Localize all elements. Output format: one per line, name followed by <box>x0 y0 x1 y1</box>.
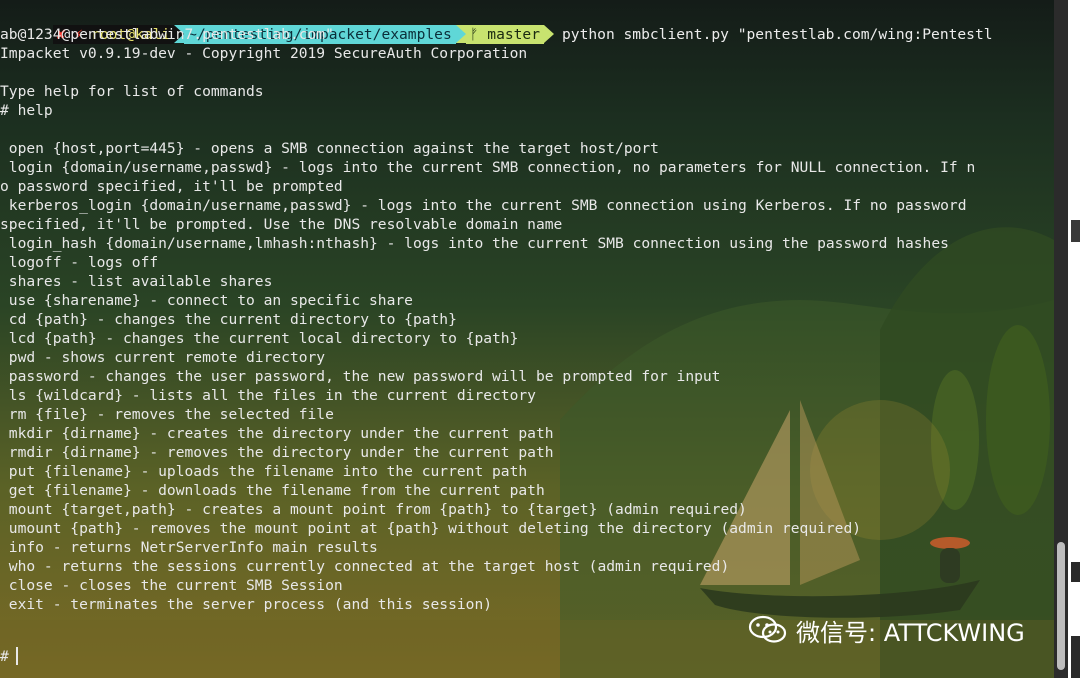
output-line: login_hash {domain/username,lmhash:nthas… <box>0 235 949 252</box>
output-line: lcd {path} - changes the current local d… <box>0 330 519 347</box>
output-line: specified, it'll be prompted. Use the DN… <box>0 216 563 233</box>
output-line: who - returns the sessions currently con… <box>0 558 730 575</box>
output-line: get {filename} - downloads the filename … <box>0 482 545 499</box>
output-line: password - changes the user password, th… <box>0 368 721 385</box>
scrollbar-thumb[interactable] <box>1057 542 1065 670</box>
output-line: Type help for list of commands <box>0 83 264 100</box>
output-line: use {sharename} - connect to an specific… <box>0 292 413 309</box>
git-branch-segment: ᚠ master <box>465 25 545 44</box>
output-line: mkdir {dirname} - creates the directory … <box>0 425 554 442</box>
output-line: mount {target,path} - creates a mount po… <box>0 501 747 518</box>
side-window-edge <box>1071 636 1080 678</box>
output-line: cd {path} - changes the current director… <box>0 311 457 328</box>
output-line: rm {file} - removes the selected file <box>0 406 334 423</box>
prompt-line: ✘ ⚡ root@kali ~/pentesting/impacket/exampl… <box>0 6 993 44</box>
output-line: close - closes the current SMB Session <box>0 577 343 594</box>
wechat-icon <box>748 615 787 643</box>
text-cursor <box>16 647 18 665</box>
command-text: python smbclient.py "pentestlab.com/wing… <box>562 26 993 43</box>
output-line: ls {wildcard} - lists all the files in t… <box>0 387 536 404</box>
output-line: logoff - logs off <box>0 254 159 271</box>
output-line: exit - terminates the server process (an… <box>0 596 493 613</box>
output-line: ab@1234@pentestlabwin7.pentestlab.com" <box>0 26 334 43</box>
output-line: pwd - shows current remote directory <box>0 349 326 366</box>
watermark: 微信号: ATTCKWING <box>748 613 1025 647</box>
output-line: login {domain/username,passwd} - logs in… <box>0 159 976 176</box>
input-prompt[interactable]: # <box>0 647 9 666</box>
side-window-edge <box>1071 220 1080 242</box>
side-window-edge <box>1071 562 1080 582</box>
output-line: open {host,port=445} - opens a SMB conne… <box>0 140 659 157</box>
output-line: umount {path} - removes the mount point … <box>0 520 862 537</box>
output-line: # help <box>0 102 53 119</box>
output-line: shares - list available shares <box>0 273 273 290</box>
watermark-text: 微信号: ATTCKWING <box>796 618 1025 647</box>
output-line: Impacket v0.9.19-dev - Copyright 2019 Se… <box>0 45 528 62</box>
terminal-window[interactable]: ✘ ⚡ root@kali ~/pentesting/impacket/exampl… <box>0 0 1054 678</box>
output-line: put {filename} - uploads the filename in… <box>0 463 528 480</box>
output-line: info - returns NetrServerInfo main resul… <box>0 539 378 556</box>
output-line: kerberos_login {domain/username,passwd} … <box>0 197 967 214</box>
output-line: o password specified, it'll be prompted <box>0 178 343 195</box>
output-line: rmdir {dirname} - removes the directory … <box>0 444 554 461</box>
